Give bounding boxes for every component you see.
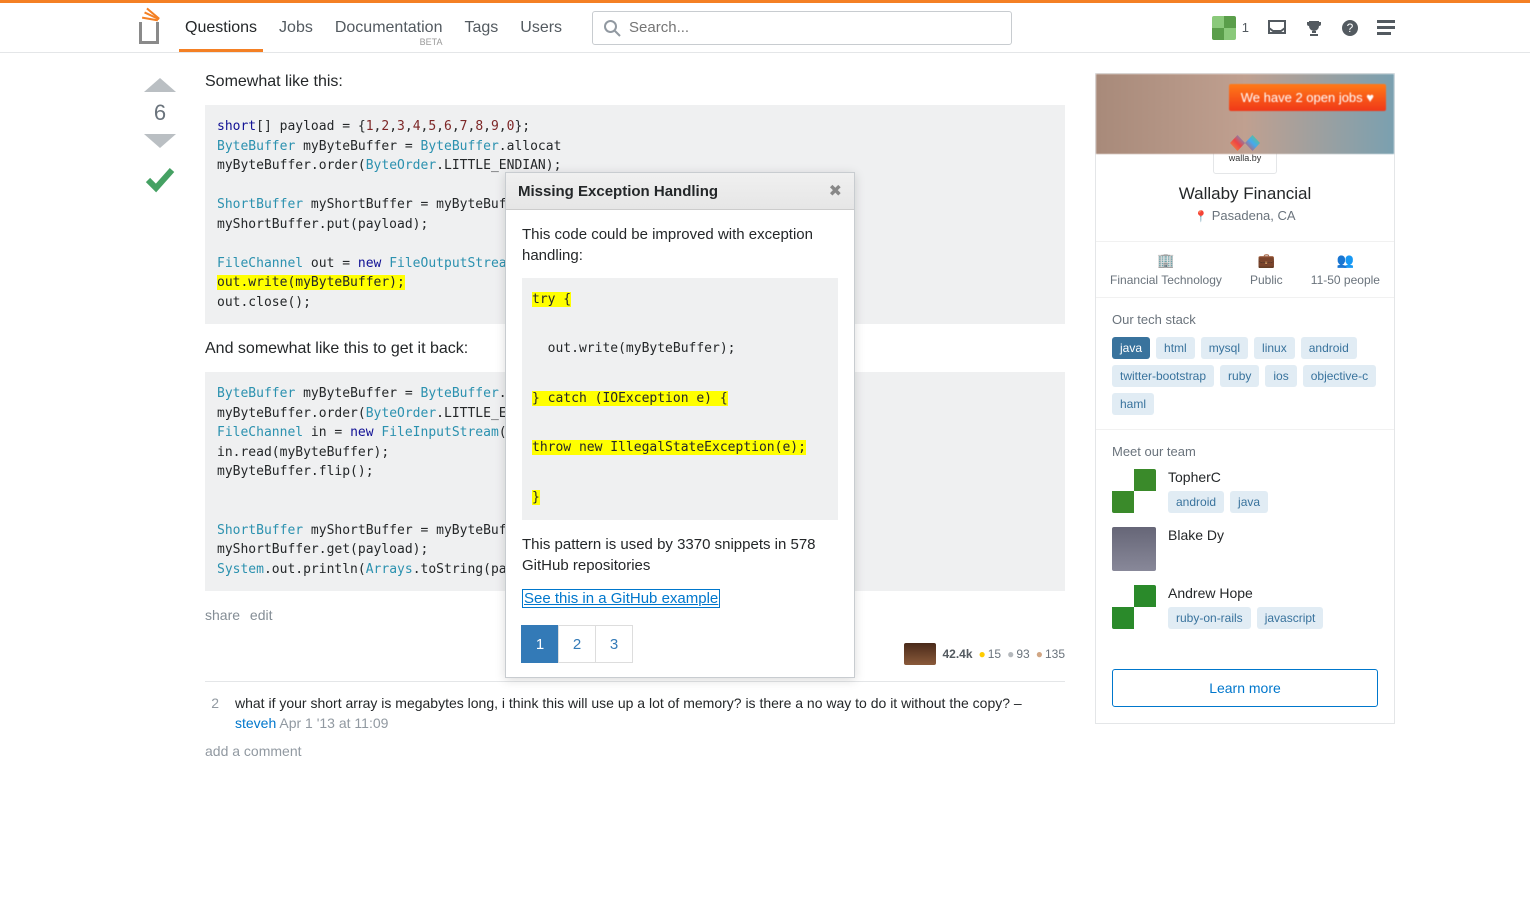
sidebar: We have 2 open jobs ♥ walla.by Wallaby F…: [1095, 73, 1395, 759]
company-name: Wallaby Financial: [1096, 184, 1394, 204]
tech-stack-title: Our tech stack: [1112, 312, 1378, 327]
accepted-check-icon: [144, 166, 176, 202]
nav-tags[interactable]: Tags: [464, 5, 498, 51]
comment-text: what if your short array is megabytes lo…: [235, 694, 1065, 733]
tag[interactable]: mysql: [1201, 337, 1248, 359]
tag[interactable]: html: [1156, 337, 1195, 359]
company-location: 📍 Pasadena, CA: [1096, 208, 1394, 223]
hamburger-icon[interactable]: [1377, 20, 1395, 36]
tag[interactable]: javascript: [1257, 607, 1324, 629]
comment-date: Apr 1 '13 at 11:09: [279, 715, 388, 731]
page-3[interactable]: 3: [595, 625, 633, 663]
inbox-icon[interactable]: [1267, 19, 1287, 37]
downvote-button[interactable]: [144, 134, 176, 148]
tooltip-pager: 1 2 3: [522, 625, 838, 663]
add-comment-link[interactable]: add a comment: [205, 743, 1065, 759]
gold-badge-count: 15: [979, 647, 1002, 661]
share-link[interactable]: share: [205, 607, 240, 623]
comments: 2 what if your short array is megabytes …: [205, 681, 1065, 759]
tag[interactable]: android: [1301, 337, 1357, 359]
tag[interactable]: android: [1168, 491, 1224, 513]
learn-more-button[interactable]: Learn more: [1112, 669, 1378, 707]
beta-label: BETA: [420, 37, 443, 47]
tag[interactable]: twitter-bootstrap: [1112, 365, 1214, 387]
team-member-name: Andrew Hope: [1168, 585, 1323, 601]
comment-author-link[interactable]: steveh: [235, 715, 276, 731]
answerer-avatar[interactable]: [904, 643, 936, 665]
team-avatar[interactable]: [1112, 585, 1156, 629]
team-avatar[interactable]: [1112, 527, 1156, 571]
team-member: Blake Dy: [1112, 527, 1378, 571]
help-icon[interactable]: ?: [1341, 19, 1359, 37]
stat-industry: 🏢Financial Technology: [1110, 252, 1222, 287]
paragraph: Somewhat like this:: [205, 73, 1065, 91]
team-member-name: TopherC: [1168, 469, 1268, 485]
search-input[interactable]: [629, 19, 1001, 36]
user-menu[interactable]: 1: [1212, 16, 1249, 40]
tooltip-intro: This code could be improved with excepti…: [522, 224, 838, 266]
svg-text:?: ?: [1347, 21, 1354, 35]
team-member: Andrew Hope ruby-on-rails javascript: [1112, 585, 1378, 629]
team-avatar[interactable]: [1112, 469, 1156, 513]
vote-count: 6: [154, 100, 166, 126]
tag[interactable]: objective-c: [1303, 365, 1376, 387]
pin-icon: 📍: [1194, 211, 1208, 223]
team-member: TopherC android java: [1112, 469, 1378, 513]
vote-column: 6: [135, 73, 185, 759]
tooltip-outro: This pattern is used by 3370 snippets in…: [522, 534, 838, 576]
tag[interactable]: linux: [1254, 337, 1295, 359]
open-jobs-pill[interactable]: We have 2 open jobs ♥: [1229, 84, 1386, 111]
exception-tooltip: Missing Exception Handling ✖ This code c…: [505, 172, 855, 678]
tag[interactable]: haml: [1112, 393, 1154, 415]
tooltip-title: Missing Exception Handling: [518, 183, 718, 200]
nav-jobs[interactable]: Jobs: [279, 5, 313, 51]
bronze-badge-count: 135: [1036, 647, 1065, 661]
stat-type: 💼Public: [1250, 252, 1283, 287]
page-1[interactable]: 1: [521, 625, 559, 663]
reputation: 42.4k: [942, 647, 972, 661]
nav-questions[interactable]: Questions: [185, 5, 257, 51]
team-member-name: Blake Dy: [1168, 527, 1224, 543]
tooltip-code: try { out.write(myByteBuffer); } catch (…: [522, 278, 838, 520]
trophy-icon[interactable]: [1305, 19, 1323, 37]
stat-size: 👥11-50 people: [1311, 252, 1380, 287]
tag[interactable]: java: [1230, 491, 1268, 513]
nav-documentation[interactable]: Documentation BETA: [335, 5, 443, 51]
page-2[interactable]: 2: [558, 625, 596, 663]
so-logo-icon[interactable]: [135, 12, 165, 44]
team-title: Meet our team: [1112, 444, 1378, 459]
edit-link[interactable]: edit: [250, 607, 273, 623]
job-banner: We have 2 open jobs ♥: [1096, 74, 1394, 154]
tag[interactable]: ruby: [1220, 365, 1259, 387]
tag[interactable]: java: [1112, 337, 1150, 359]
reputation: 1: [1242, 20, 1249, 35]
tag[interactable]: ios: [1265, 365, 1296, 387]
nav-users[interactable]: Users: [520, 5, 562, 51]
github-example-link[interactable]: See this in a GitHub example: [522, 589, 720, 608]
comment-score: 2: [205, 694, 219, 733]
tag[interactable]: ruby-on-rails: [1168, 607, 1251, 629]
close-icon[interactable]: ✖: [829, 181, 842, 201]
avatar: [1212, 16, 1236, 40]
search-icon: [603, 19, 621, 37]
upvote-button[interactable]: [144, 78, 176, 92]
topbar: Questions Jobs Documentation BETA Tags U…: [0, 3, 1530, 53]
job-card: We have 2 open jobs ♥ walla.by Wallaby F…: [1095, 73, 1395, 724]
search-box[interactable]: [592, 11, 1012, 45]
tech-stack-tags: java html mysql linux android twitter-bo…: [1112, 337, 1378, 415]
silver-badge-count: 93: [1007, 647, 1030, 661]
